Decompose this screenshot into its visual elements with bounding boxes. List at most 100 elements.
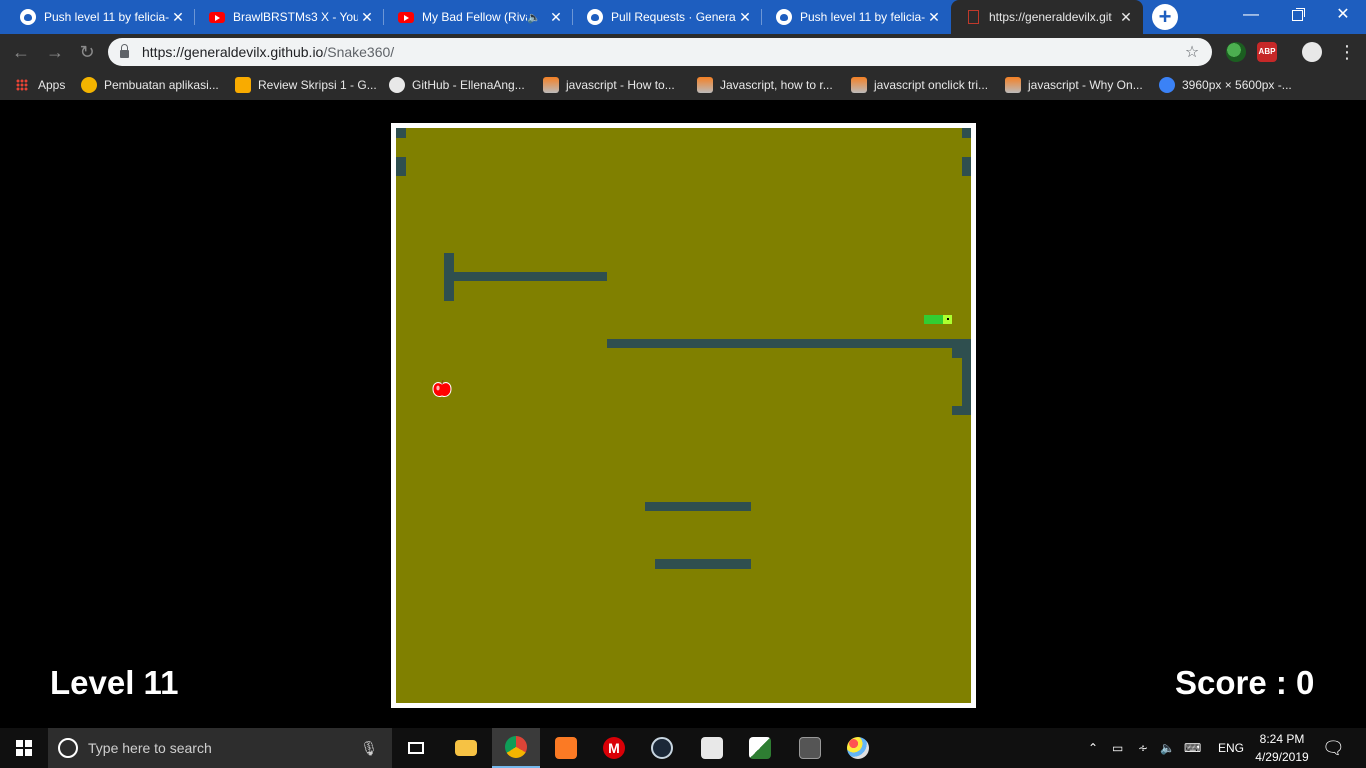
stackoverflow-icon: [1005, 77, 1021, 93]
close-icon[interactable]: ✕: [547, 9, 565, 26]
address-bar[interactable]: https://generaldevilx.github.io/Snake360…: [108, 38, 1212, 66]
task-view-icon[interactable]: [392, 728, 440, 768]
tab-title: Push level 11 by felicia-: [800, 10, 925, 24]
paint-icon[interactable]: [834, 728, 882, 768]
stackoverflow-icon: [543, 77, 559, 93]
wall-horizontal: [645, 502, 751, 511]
language-indicator[interactable]: ENG: [1218, 728, 1244, 768]
close-icon[interactable]: ✕: [1117, 9, 1135, 26]
tab-my-bad-fellow[interactable]: My Bad Fellow (Riva 🔈 ✕: [384, 0, 573, 34]
windows-taskbar: Type here to search 🎙 M ⌃ ▭ ∻ 🔈 ⌨ ENG 8:…: [0, 728, 1366, 768]
github-icon: [587, 9, 603, 25]
restore-button[interactable]: [1274, 0, 1320, 30]
tab-title: BrawlBRSTMs3 X - YouT: [233, 10, 358, 24]
game-board[interactable]: [396, 128, 971, 703]
new-tab-button[interactable]: +: [1152, 4, 1178, 30]
tab-strip: Push level 11 by felicia- ✕ BrawlBRSTMs3…: [0, 0, 1366, 34]
profile-avatar-icon[interactable]: [1302, 42, 1322, 62]
close-icon[interactable]: ✕: [358, 9, 376, 26]
xampp-icon[interactable]: [542, 728, 590, 768]
close-window-button[interactable]: ✕: [1320, 0, 1366, 30]
close-icon[interactable]: ✕: [169, 9, 187, 26]
wall-block: [962, 157, 971, 176]
tab-push-level-11-b[interactable]: Push level 11 by felicia- ✕: [762, 0, 951, 34]
extension-icon[interactable]: [1226, 42, 1246, 62]
notifications-icon[interactable]: 🗨: [1322, 728, 1345, 768]
apps-grid-icon: [16, 79, 28, 91]
bookmark-label: Review Skripsi 1 - G...: [258, 78, 377, 92]
clock[interactable]: 8:24 PM 4/29/2019: [1252, 730, 1312, 766]
cortana-icon: [58, 738, 78, 758]
tab-snake360-active[interactable]: https://generaldevilx.git ✕: [951, 0, 1143, 34]
close-icon[interactable]: ✕: [736, 9, 754, 26]
bookmark-item[interactable]: javascript - Why On...: [1005, 70, 1143, 100]
wall-horizontal: [454, 272, 607, 281]
forward-button[interactable]: →: [40, 34, 70, 70]
microphone-icon[interactable]: 🎙: [360, 740, 378, 757]
wall-horizontal: [655, 559, 751, 569]
bookmark-item[interactable]: GitHub - EllenaAng...: [389, 70, 525, 100]
bookmark-star-icon[interactable]: ☆: [1180, 42, 1204, 62]
reload-button[interactable]: ↻: [72, 34, 102, 70]
lock-icon[interactable]: [120, 44, 129, 58]
bookmark-item[interactable]: 3960px × 5600px -...: [1159, 70, 1292, 100]
level-label: Level 11: [50, 664, 179, 701]
keyboard-icon[interactable]: ⌨: [1184, 728, 1201, 768]
wall-block: [962, 128, 971, 138]
browser-toolbar: ← → ↻ https://generaldevilx.github.io/Sn…: [0, 34, 1366, 70]
tab-title: My Bad Fellow (Riva: [422, 10, 528, 24]
latex-app-icon[interactable]: [786, 728, 834, 768]
bookmark-item[interactable]: Review Skripsi 1 - G...: [235, 70, 377, 100]
slides-icon: [235, 77, 251, 93]
bookmark-label: GitHub - EllenaAng...: [412, 78, 525, 92]
github-icon: [389, 77, 405, 93]
taskbar-search[interactable]: Type here to search 🎙: [48, 728, 392, 768]
file-explorer-icon[interactable]: [442, 728, 490, 768]
bookmark-item[interactable]: javascript - How to...: [543, 70, 675, 100]
snake-body: [924, 315, 943, 324]
chrome-icon[interactable]: [492, 728, 540, 768]
stackoverflow-icon: [851, 77, 867, 93]
bookmark-label: javascript - Why On...: [1028, 78, 1143, 92]
volume-icon[interactable]: 🔈: [1160, 728, 1175, 768]
snake-head: [943, 315, 952, 324]
url-text[interactable]: https://generaldevilx.github.io/Snake360…: [142, 44, 1180, 60]
steam-icon[interactable]: [638, 728, 686, 768]
language-label: ENG: [1218, 741, 1245, 755]
bookmark-label: Pembuatan aplikasi...: [104, 78, 219, 92]
bookmark-item[interactable]: Pembuatan aplikasi...: [81, 70, 219, 100]
wall-block: [396, 157, 406, 176]
tab-push-level-11-a[interactable]: Push level 11 by felicia- ✕: [6, 0, 195, 34]
battery-icon[interactable]: ▭: [1112, 728, 1123, 768]
bookmark-label: javascript - How to...: [566, 78, 675, 92]
tab-brawl-brstms[interactable]: BrawlBRSTMs3 X - YouT ✕: [195, 0, 384, 34]
close-icon[interactable]: ✕: [925, 9, 943, 26]
search-placeholder: Type here to search: [88, 740, 212, 756]
tab-pull-requests[interactable]: Pull Requests · GeneralI ✕: [573, 0, 762, 34]
tab-title: Push level 11 by felicia-: [44, 10, 169, 24]
bookmark-item[interactable]: javascript onclick tri...: [851, 70, 988, 100]
mega-icon[interactable]: M: [590, 728, 638, 768]
bookmark-label: Javascript, how to r...: [720, 78, 833, 92]
site-icon: [1159, 77, 1175, 93]
url-host: https://generaldevilx.github.io: [142, 44, 324, 60]
bookmark-label: Apps: [38, 78, 66, 92]
back-button[interactable]: ←: [6, 34, 36, 70]
bookmark-apps[interactable]: Apps: [16, 70, 65, 100]
wall-horizontal: [607, 339, 971, 348]
minimize-button[interactable]: —: [1228, 0, 1274, 30]
bookmark-item[interactable]: Javascript, how to r...: [697, 70, 833, 100]
calendar-app-icon[interactable]: [688, 728, 736, 768]
chart-app-icon[interactable]: [736, 728, 784, 768]
bookmark-label: 3960px × 5600px -...: [1182, 78, 1292, 92]
youtube-icon: [398, 9, 414, 25]
start-button[interactable]: [0, 728, 48, 768]
wifi-icon[interactable]: ∻: [1138, 728, 1148, 768]
wall-vertical: [962, 358, 971, 406]
stackoverflow-icon: [697, 77, 713, 93]
wall-block: [396, 128, 406, 138]
adblock-plus-icon[interactable]: ABP: [1257, 42, 1277, 62]
speaker-icon[interactable]: 🔈: [527, 11, 541, 24]
menu-icon[interactable]: ⋮: [1332, 34, 1362, 70]
show-hidden-icons[interactable]: ⌃: [1088, 728, 1098, 768]
